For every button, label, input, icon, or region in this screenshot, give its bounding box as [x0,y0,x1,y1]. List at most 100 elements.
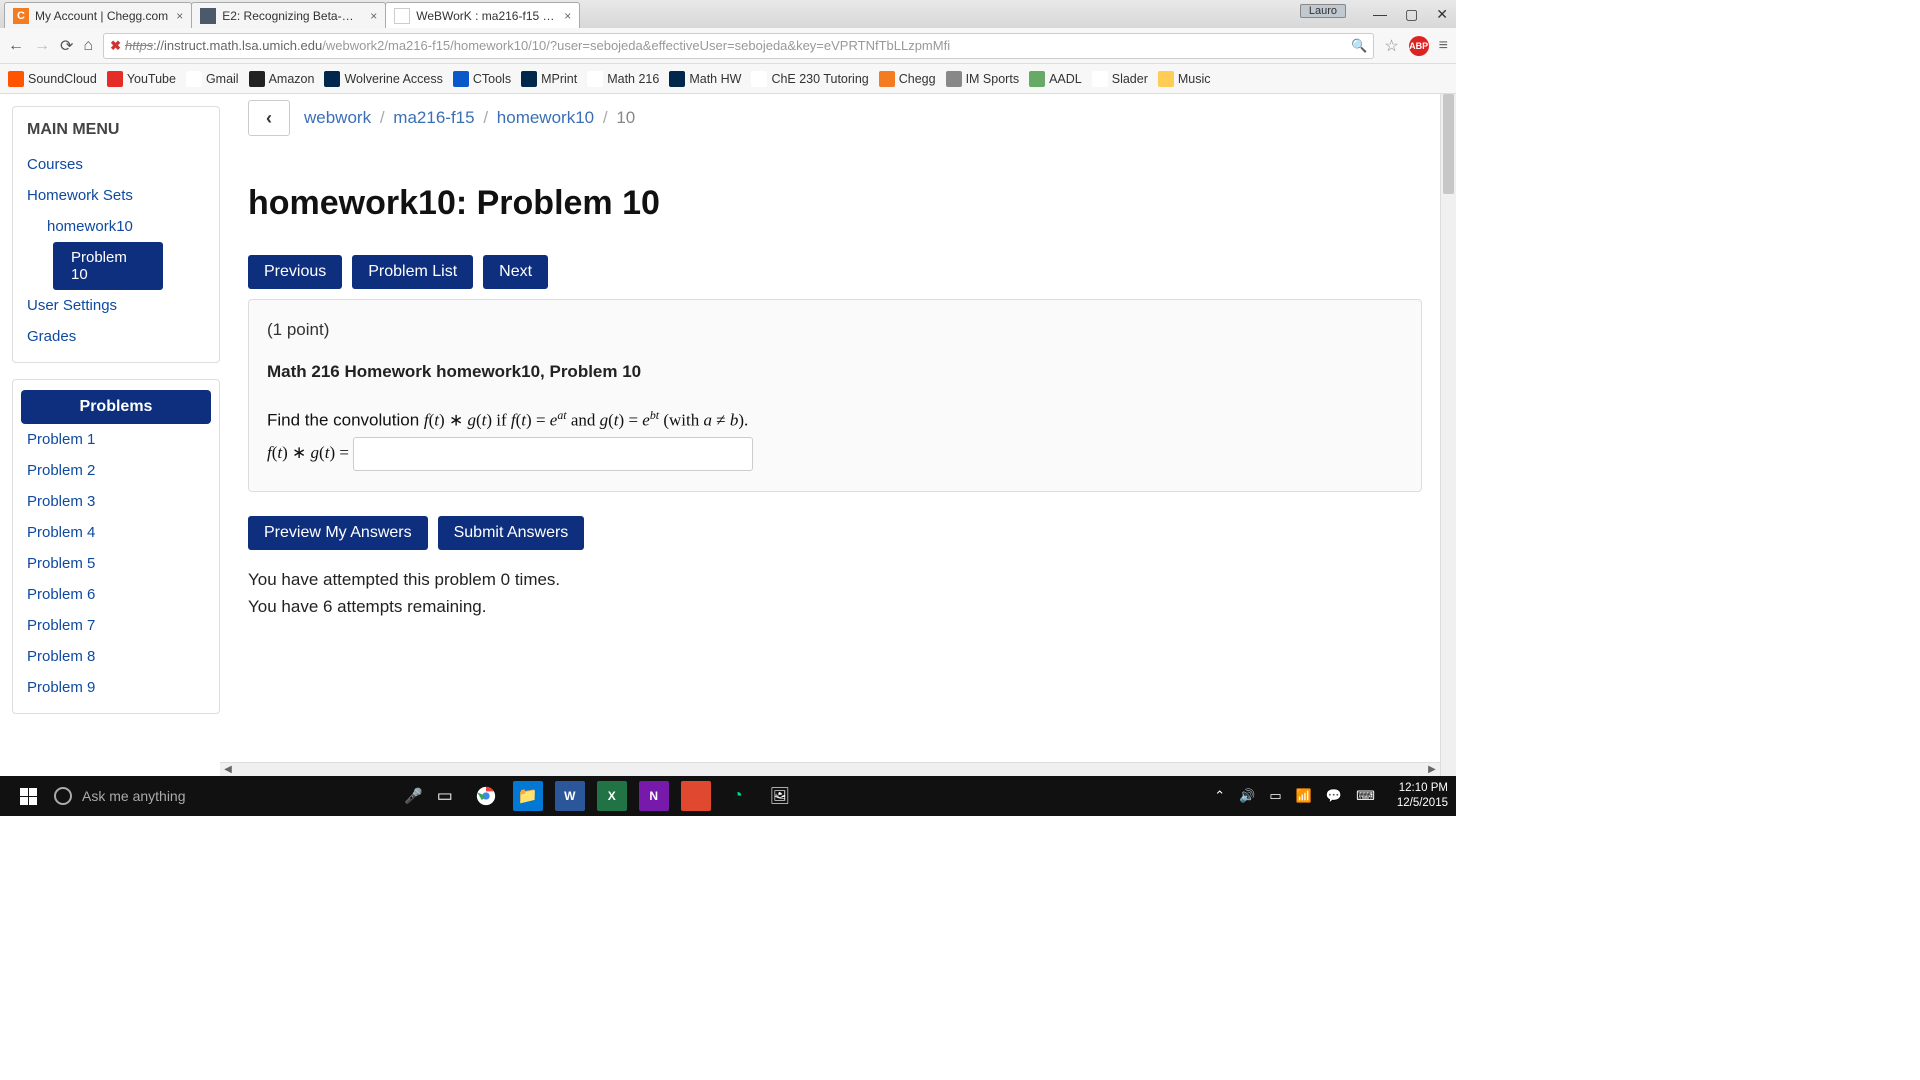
tab-chegg[interactable]: C My Account | Chegg.com × [4,2,192,28]
bookmark-item[interactable]: Music [1158,71,1211,87]
maximize-icon[interactable]: ▢ [1405,6,1418,23]
url-input[interactable]: ✖ https ://instruct.math.lsa.umich.edu /… [103,33,1374,59]
window-controls: — ▢ ✕ [1373,0,1448,28]
sidebar-item-homework10[interactable]: homework10 [13,211,219,242]
breadcrumb-back-button[interactable]: ‹ [248,100,290,136]
bookmark-favicon-icon [453,71,469,87]
bookmark-item[interactable]: Chegg [879,71,936,87]
sidebar-item-homework-sets[interactable]: Homework Sets [13,180,219,211]
insecure-icon: ✖ [110,38,121,54]
menu-icon[interactable]: ≡ [1439,37,1448,55]
bookmark-label: ChE 230 Tutoring [771,72,868,86]
tray-chevron-icon[interactable]: ⌃ [1214,788,1225,804]
excel-icon[interactable]: X [597,781,627,811]
url-scheme: https [125,38,153,53]
bookmark-item[interactable]: SoundCloud [8,71,97,87]
action-center-icon[interactable]: 💬 [1326,788,1342,804]
tab-e2[interactable]: E2: Recognizing Beta-Hydr × [191,2,386,28]
sidebar-problem-link[interactable]: Problem 2 [13,455,219,486]
horizontal-scrollbar[interactable]: ◀ ▶ [220,762,1440,776]
file-icon [394,8,410,24]
bookmark-item[interactable]: CTools [453,71,511,87]
tab-webwork[interactable]: WeBWorK : ma216-f15 : ho × [385,2,580,28]
abp-icon[interactable]: ABP [1409,36,1429,56]
clock-date: 12/5/2015 [1397,796,1448,811]
sidebar-problem-link[interactable]: Problem 9 [13,672,219,703]
problem-list-button[interactable]: Problem List [352,255,473,289]
bookmark-item[interactable]: Slader [1092,71,1148,87]
sidebar-item-user-settings[interactable]: User Settings [13,290,219,321]
photos-icon[interactable]: 🖼 [765,781,795,811]
forward-icon[interactable]: → [34,37,50,55]
bookmark-star-icon[interactable]: ☆ [1384,36,1398,56]
bookmark-item[interactable]: Wolverine Access [324,71,442,87]
start-button[interactable] [8,788,48,805]
bookmark-item[interactable]: Math HW [669,71,741,87]
keyboard-icon[interactable]: ⌨ [1356,788,1375,804]
sidebar-problem-link[interactable]: Problem 4 [13,517,219,548]
bookmark-label: CTools [473,72,511,86]
volume-icon[interactable]: 🔊 [1239,788,1255,804]
close-icon[interactable]: × [370,9,377,23]
close-icon[interactable]: × [176,9,183,23]
file-explorer-icon[interactable]: 📁 [513,781,543,811]
bookmark-item[interactable]: Math 216 [587,71,659,87]
sidebar: MAIN MENU Courses Homework Sets homework… [0,94,220,776]
bookmark-favicon-icon [8,71,24,87]
preview-answers-button[interactable]: Preview My Answers [248,516,428,550]
sidebar-item-grades[interactable]: Grades [13,321,219,352]
main-menu-heading: MAIN MENU [13,117,219,149]
home-icon[interactable]: ⌂ [83,37,93,55]
onenote-icon[interactable]: N [639,781,669,811]
back-icon[interactable]: ← [8,37,24,55]
search-icon: 🔍 [1351,38,1367,54]
bookmark-favicon-icon [107,71,123,87]
app-icon-2[interactable]: ◔ [723,781,753,811]
cortana-search[interactable]: Ask me anything [54,787,394,805]
app-icon-1[interactable] [681,781,711,811]
sidebar-item-problem-10[interactable]: Problem 10 [53,242,163,290]
problems-heading: Problems [21,390,211,424]
task-view-icon[interactable]: ▭ [437,786,453,806]
breadcrumb-course[interactable]: ma216-f15 [393,108,474,127]
mic-icon[interactable]: 🎤 [404,787,423,805]
taskbar-clock[interactable]: 12:10 PM 12/5/2015 [1397,781,1448,811]
bookmark-item[interactable]: MPrint [521,71,577,87]
bookmark-label: Wolverine Access [344,72,442,86]
reload-icon[interactable]: ⟳ [60,36,73,56]
breadcrumb-homework[interactable]: homework10 [497,108,594,127]
bookmark-item[interactable]: ChE 230 Tutoring [751,71,868,87]
bookmark-item[interactable]: AADL [1029,71,1082,87]
bookmark-item[interactable]: YouTube [107,71,176,87]
answer-input[interactable] [353,437,753,471]
bookmark-favicon-icon [249,71,265,87]
close-icon[interactable]: × [564,9,571,23]
wifi-icon[interactable]: 📶 [1296,788,1312,804]
breadcrumb-webwork[interactable]: webwork [304,108,371,127]
bookmark-item[interactable]: Amazon [249,71,315,87]
word-icon[interactable]: W [555,781,585,811]
bookmark-item[interactable]: IM Sports [946,71,1020,87]
sidebar-problem-link[interactable]: Problem 5 [13,548,219,579]
sidebar-problem-link[interactable]: Problem 3 [13,486,219,517]
sidebar-problem-link[interactable]: Problem 1 [13,424,219,455]
submit-answers-button[interactable]: Submit Answers [438,516,585,550]
bookmark-item[interactable]: Gmail [186,71,239,87]
sidebar-item-courses[interactable]: Courses [13,149,219,180]
chrome-icon[interactable] [471,781,501,811]
bookmark-favicon-icon [186,71,202,87]
sidebar-problem-link[interactable]: Problem 6 [13,579,219,610]
vertical-scrollbar[interactable]: ▲ [1440,94,1456,776]
previous-button[interactable]: Previous [248,255,342,289]
battery-icon[interactable]: ▭ [1269,788,1281,804]
problem-header: Math 216 Homework homework10, Problem 10 [267,362,1403,382]
sidebar-problem-link[interactable]: Problem 7 [13,610,219,641]
system-tray: ⌃ 🔊 ▭ 📶 💬 ⌨ 12:10 PM 12/5/2015 [1214,781,1448,811]
bookmark-favicon-icon [751,71,767,87]
close-window-icon[interactable]: ✕ [1436,6,1448,23]
bookmark-label: Music [1178,72,1211,86]
sidebar-problem-link[interactable]: Problem 8 [13,641,219,672]
minimize-icon[interactable]: — [1373,6,1387,22]
bookmark-label: IM Sports [966,72,1020,86]
next-button[interactable]: Next [483,255,548,289]
